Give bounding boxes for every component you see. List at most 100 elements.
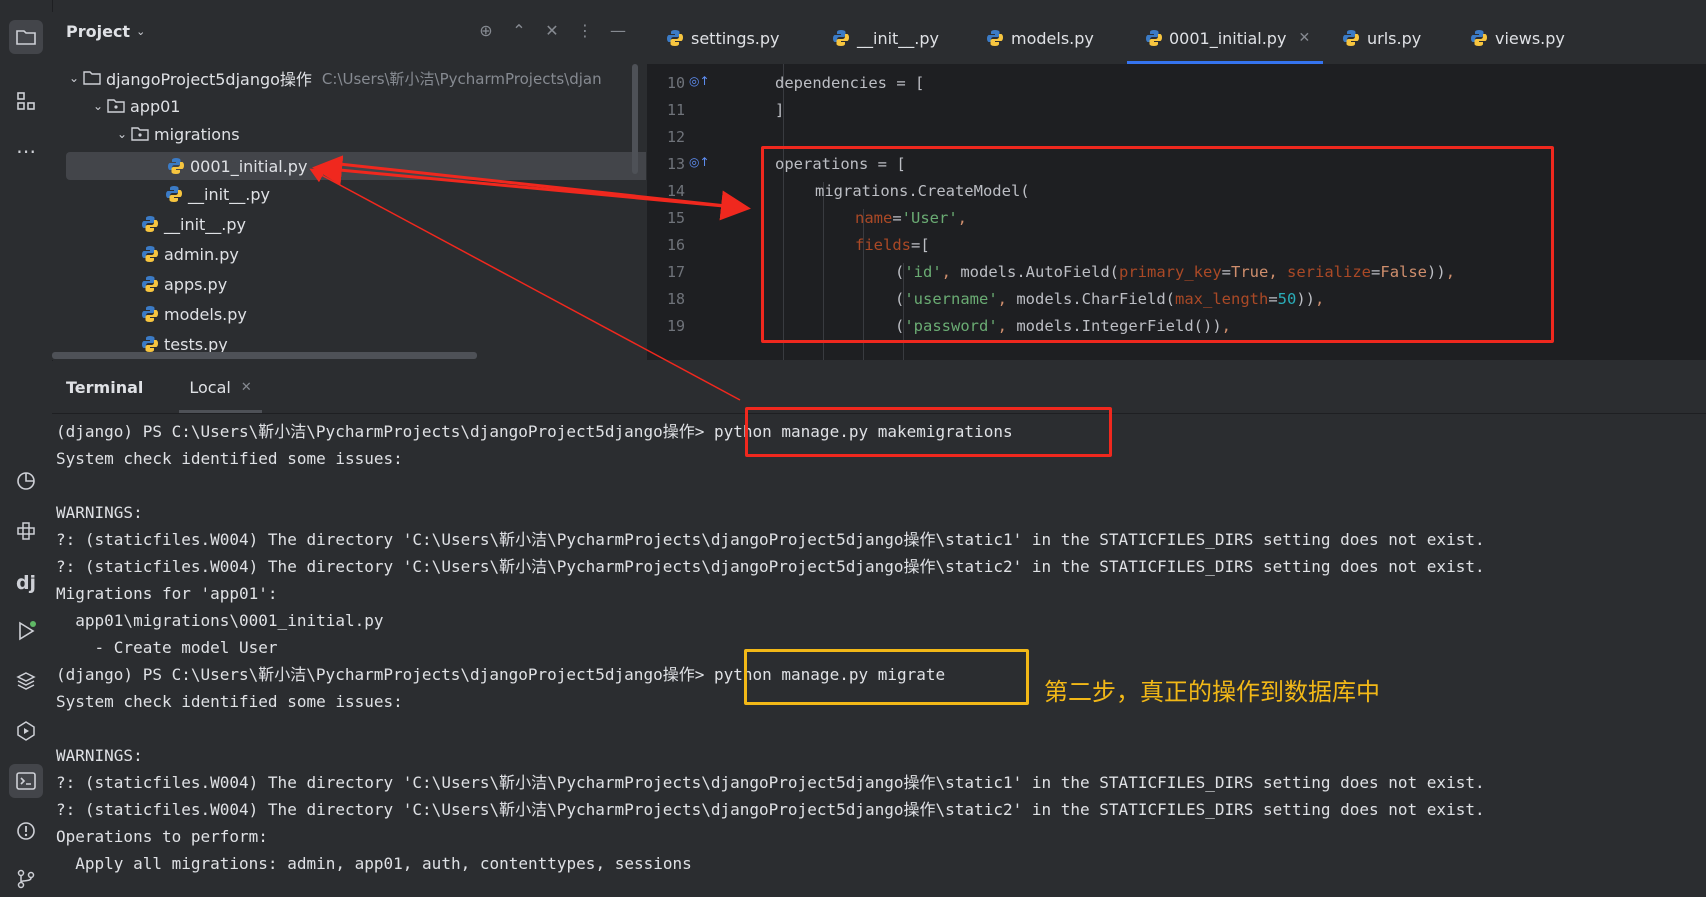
line-number: 15 — [666, 209, 685, 227]
expand-all-icon[interactable]: ⌃ — [509, 21, 529, 41]
terminal-line: ?: (staticfiles.W004) The directory 'C:\… — [56, 557, 1485, 576]
tab-label: settings.py — [691, 28, 780, 48]
python-file-icon — [140, 214, 160, 234]
tree-item-label: __init__.py — [188, 184, 271, 204]
tree-item-0001-initial[interactable]: 0001_initial.py — [66, 152, 646, 180]
tab-label: __init__.py — [857, 28, 940, 48]
tree-item-project-root[interactable]: ⌄ djangoProject5django操作 C:\Users\靳小洁\Py… — [52, 64, 646, 92]
tab-urls[interactable]: urls.py — [1323, 12, 1451, 64]
python-file-icon — [166, 156, 186, 176]
python-file-icon — [1341, 28, 1361, 48]
package-folder-icon — [106, 96, 126, 116]
structure-icon[interactable] — [9, 84, 43, 118]
python-file-icon — [140, 274, 160, 294]
tree-item-label: migrations — [154, 124, 240, 144]
tree-item-label: tests.py — [164, 334, 228, 354]
layers-icon[interactable] — [9, 664, 43, 698]
python-file-icon — [1469, 28, 1489, 48]
terminal-line: ?: (staticfiles.W004) The directory 'C:\… — [56, 530, 1485, 549]
terminal-line: WARNINGS: — [56, 503, 143, 522]
vertical-scrollbar[interactable] — [632, 64, 638, 174]
services-icon[interactable] — [9, 714, 43, 748]
tree-item-label: djangoProject5django操作 — [106, 70, 312, 89]
tree-item-label: admin.py — [164, 244, 239, 264]
tree-item-label: __init__.py — [164, 214, 247, 234]
tree-item-admin[interactable]: admin.py — [52, 240, 646, 268]
tab-init[interactable]: __init__.py — [813, 12, 967, 64]
django-icon[interactable]: dj — [9, 566, 43, 600]
project-title[interactable]: Project — [66, 22, 130, 41]
tab-models[interactable]: models.py — [967, 12, 1127, 64]
git-icon[interactable] — [9, 862, 43, 896]
code-line: dependencies = [ — [775, 74, 925, 92]
tab-settings[interactable]: settings.py — [647, 12, 813, 64]
package-folder-icon — [130, 124, 150, 144]
line-number: 16 — [666, 236, 685, 254]
terminal-line: System check identified some issues: — [56, 449, 403, 468]
tree-item-label: app01 — [130, 96, 181, 116]
locate-icon[interactable]: ⊕ — [476, 21, 496, 41]
chevron-down-icon[interactable]: ⌄ — [136, 25, 145, 38]
python-file-icon — [140, 334, 160, 354]
tree-item-label: models.py — [164, 304, 247, 324]
terminal-icon[interactable] — [9, 764, 43, 798]
tree-item-label: 0001_initial.py — [190, 156, 308, 176]
project-folder-icon[interactable] — [9, 20, 43, 54]
project-panel: Project ⌄ ⊕ ⌃ ✕ ⋮ — ⌄ djangoProject5djan… — [52, 12, 646, 360]
python-file-icon — [831, 28, 851, 48]
tree-item-migrations-init[interactable]: __init__.py — [52, 180, 646, 208]
tree-item-app01-init[interactable]: __init__.py — [52, 210, 646, 238]
tree-item-app01[interactable]: ⌄ app01 — [52, 92, 646, 120]
run-icon[interactable] — [9, 614, 43, 648]
tab-label: Local — [189, 377, 231, 397]
python-console-icon[interactable] — [9, 514, 43, 548]
python-file-icon — [1145, 28, 1163, 48]
chevron-down-icon[interactable]: ⌄ — [90, 99, 106, 113]
line-number: 18 — [666, 290, 685, 308]
problems-icon[interactable] — [9, 814, 43, 848]
terminal-line: WARNINGS: — [56, 746, 143, 765]
terminal-line: ?: (staticfiles.W004) The directory 'C:\… — [56, 773, 1485, 792]
close-icon[interactable]: ✕ — [1298, 30, 1310, 46]
line-number: 12 — [666, 128, 685, 146]
tab-0001-initial[interactable]: 0001_initial.py ✕ — [1127, 12, 1323, 64]
line-number: 17 — [666, 263, 685, 281]
terminal-line: app01\migrations\0001_initial.py — [56, 611, 384, 630]
line-number: 19 — [666, 317, 685, 335]
terminal-line: Apply all migrations: admin, app01, auth… — [56, 854, 692, 873]
tab-label: 0001_initial.py — [1169, 28, 1287, 48]
line-number: 14 — [666, 182, 685, 200]
python-file-icon — [140, 244, 160, 264]
folder-icon — [82, 68, 102, 88]
chevron-down-icon[interactable]: ⌄ — [114, 127, 130, 141]
hide-icon[interactable]: — — [608, 21, 628, 41]
editor-tabs: settings.py __init__.py models.py 0001_i… — [647, 12, 1706, 65]
collapse-all-icon[interactable]: ✕ — [542, 21, 562, 41]
profiler-icon[interactable] — [9, 464, 43, 498]
tab-views[interactable]: views.py — [1451, 12, 1591, 64]
override-marker-icon[interactable]: ◎↑ — [689, 155, 710, 169]
chevron-down-icon[interactable]: ⌄ — [66, 71, 82, 85]
terminal-line: - Create model User — [56, 638, 278, 657]
tree-item-migrations[interactable]: ⌄ migrations — [52, 120, 646, 148]
annotation-text: 第二步，真正的操作到数据库中 — [1044, 678, 1380, 706]
code-line: ] — [775, 101, 785, 119]
tab-label: views.py — [1495, 28, 1565, 48]
terminal-line: System check identified some issues: — [56, 692, 403, 711]
tree-item-apps[interactable]: apps.py — [52, 270, 646, 298]
close-icon[interactable]: ✕ — [241, 380, 252, 395]
override-marker-icon[interactable]: ◎↑ — [689, 74, 710, 88]
project-panel-header: Project ⌄ ⊕ ⌃ ✕ ⋮ — — [52, 12, 646, 50]
tab-local[interactable]: Local ✕ — [179, 361, 263, 413]
more-icon[interactable]: ⋯ — [9, 134, 43, 168]
tab-label: models.py — [1011, 28, 1094, 48]
python-file-icon — [140, 304, 160, 324]
tree-item-models[interactable]: models.py — [52, 300, 646, 328]
python-file-icon — [164, 184, 184, 204]
horizontal-scrollbar[interactable] — [52, 352, 477, 359]
python-file-icon — [665, 28, 685, 48]
tab-label: urls.py — [1367, 28, 1422, 48]
tree-item-path: C:\Users\靳小洁\PycharmProjects\djan — [321, 69, 602, 88]
python-file-icon — [985, 28, 1005, 48]
options-icon[interactable]: ⋮ — [575, 21, 595, 41]
